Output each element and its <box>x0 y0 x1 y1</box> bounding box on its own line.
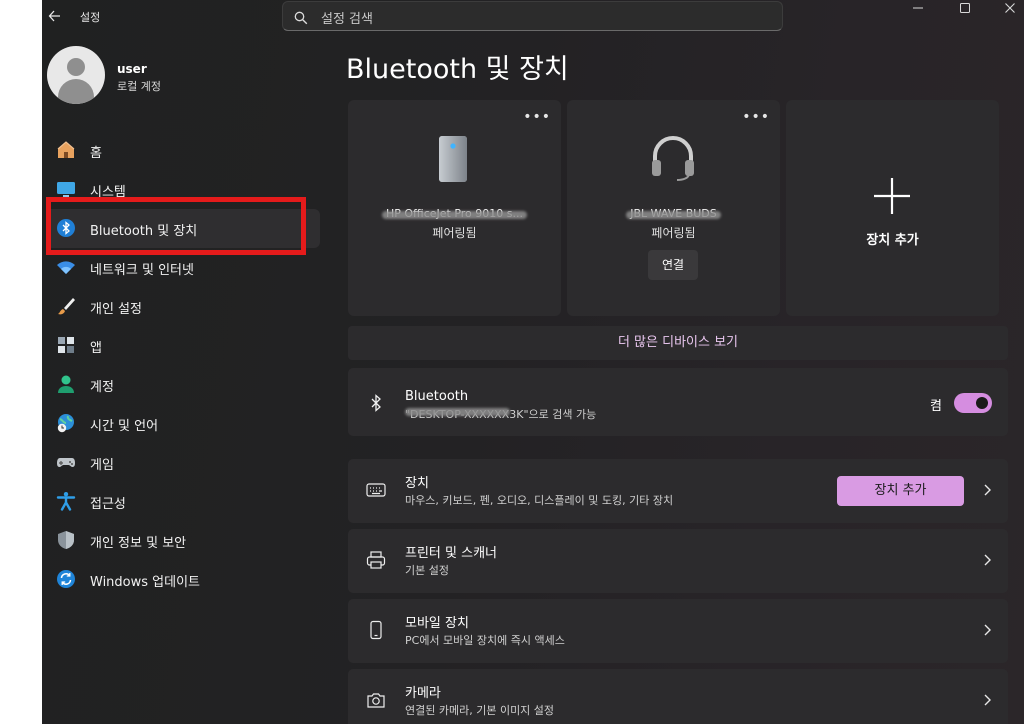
sidebar-item-label: 홈 <box>90 146 102 161</box>
headset-icon <box>649 134 697 186</box>
sidebar-item-accessibility[interactable]: 접근성 <box>46 482 320 521</box>
maximize-icon <box>960 3 970 13</box>
close-icon <box>1005 3 1015 13</box>
sidebar-item-label: 개인 설정 <box>90 302 142 317</box>
accessibility-icon <box>56 491 76 511</box>
devices-row[interactable]: 장치 마우스, 키보드, 펜, 오디오, 디스플레이 및 도킹, 기타 장치 장… <box>348 459 1008 523</box>
bluetooth-row: Bluetooth "DESKTOP-XXXXXX3K"으로 검색 가능 켬 <box>348 368 1008 436</box>
globe-clock-icon <box>56 413 76 433</box>
camera-row[interactable]: 카메라 연결된 카메라, 기본 이미지 설정 <box>348 669 1008 724</box>
device-card-printer[interactable]: ••• HP OfficeJet Pro 9010 s... 페어링됨 <box>348 100 561 316</box>
sidebar-item-label: 게임 <box>90 458 114 473</box>
minimize-button[interactable] <box>904 0 932 16</box>
mobile-devices-row[interactable]: 모바일 장치 PC에서 모바일 장치에 즉시 액세스 <box>348 599 1008 663</box>
brush-icon <box>56 296 76 316</box>
bluetooth-symbol-icon <box>366 393 386 413</box>
more-devices-button[interactable]: 더 많은 디바이스 보기 <box>348 326 1008 360</box>
app-title: 설정 <box>80 11 101 24</box>
gamepad-icon <box>56 452 76 472</box>
sidebar-item-privacy-security[interactable]: 개인 정보 및 보안 <box>46 521 320 560</box>
plus-icon <box>872 176 912 220</box>
camera-icon <box>366 690 386 710</box>
row-subtitle: 기본 설정 <box>405 564 449 577</box>
bluetooth-title: Bluetooth <box>405 389 469 404</box>
user-name: user <box>117 62 147 76</box>
page-title: Bluetooth 및 장치 <box>346 54 569 85</box>
search-placeholder: 설정 검색 <box>321 12 373 27</box>
sidebar-item-gaming[interactable]: 게임 <box>46 443 320 482</box>
annotation-highlight-box <box>46 197 306 255</box>
account-type: 로컬 계정 <box>117 80 161 93</box>
add-device-card[interactable]: 장치 추가 <box>786 100 999 316</box>
monitor-icon <box>56 179 76 199</box>
back-arrow-icon[interactable] <box>48 8 62 24</box>
row-title: 프린터 및 스캐너 <box>405 546 497 561</box>
row-subtitle: 마우스, 키보드, 펜, 오디오, 디스플레이 및 도킹, 기타 장치 <box>405 494 674 507</box>
sidebar-item-accounts[interactable]: 계정 <box>46 365 320 404</box>
chevron-right-icon <box>982 482 992 496</box>
keyboard-device-icon <box>366 480 386 500</box>
sidebar-item-label: 계정 <box>90 380 114 395</box>
minimize-icon <box>913 7 923 9</box>
bluetooth-toggle[interactable] <box>954 393 992 413</box>
sidebar-item-apps[interactable]: 앱 <box>46 326 320 365</box>
search-icon <box>294 10 308 25</box>
close-button[interactable] <box>996 0 1024 16</box>
more-options-icon[interactable]: ••• <box>523 110 551 124</box>
device-card-headset[interactable]: ••• JBL WAVE BUDS 페어링됨 연결 <box>567 100 780 316</box>
update-icon <box>56 569 76 589</box>
printers-row[interactable]: 프린터 및 스캐너 기본 설정 <box>348 529 1008 593</box>
apps-icon <box>56 335 76 355</box>
sidebar-item-label: 시간 및 언어 <box>90 419 159 434</box>
maximize-button[interactable] <box>951 0 979 16</box>
toggle-knob <box>976 397 988 409</box>
avatar-head <box>67 58 85 76</box>
connect-button[interactable]: 연결 <box>648 250 698 280</box>
shield-icon <box>56 530 76 550</box>
sidebar-item-label: 접근성 <box>90 497 126 512</box>
row-title: 모바일 장치 <box>405 616 469 631</box>
chevron-right-icon <box>982 552 992 566</box>
sidebar-item-label: Windows 업데이트 <box>90 575 201 590</box>
bluetooth-state-label: 켬 <box>930 399 942 414</box>
sidebar-item-label: 개인 정보 및 보안 <box>90 536 187 551</box>
sidebar-item-home[interactable]: 홈 <box>46 131 320 170</box>
device-status: 페어링됨 <box>432 226 477 240</box>
more-options-icon[interactable]: ••• <box>742 110 770 124</box>
avatar-body <box>58 79 94 104</box>
printer-tower-icon <box>436 134 470 188</box>
phone-icon <box>366 620 386 640</box>
sidebar-item-label: 네트워크 및 인터넷 <box>90 263 194 278</box>
sidebar-item-time-language[interactable]: 시간 및 언어 <box>46 404 320 443</box>
row-subtitle: PC에서 모바일 장치에 즉시 액세스 <box>405 634 565 647</box>
row-title: 카메라 <box>405 686 441 701</box>
wifi-icon <box>56 257 76 277</box>
device-status: 페어링됨 <box>651 226 696 240</box>
sidebar-item-label: 앱 <box>90 341 102 356</box>
row-subtitle: 연결된 카메라, 기본 이미지 설정 <box>405 704 555 717</box>
home-icon <box>56 140 76 160</box>
search-box[interactable]: 설정 검색 <box>282 1 783 31</box>
add-device-label: 장치 추가 <box>866 233 919 248</box>
avatar[interactable] <box>47 46 105 104</box>
printer-icon <box>366 550 386 570</box>
chevron-right-icon <box>982 692 992 706</box>
account-icon <box>56 374 76 394</box>
sidebar-item-windows-update[interactable]: Windows 업데이트 <box>46 560 320 599</box>
sidebar-item-personalization[interactable]: 개인 설정 <box>46 287 320 326</box>
chevron-right-icon <box>982 622 992 636</box>
row-title: 장치 <box>405 476 429 491</box>
add-device-button[interactable]: 장치 추가 <box>837 476 964 506</box>
settings-window: 설정 설정 검색 user 로컬 계정 홈 시스템 Bluetooth 및 장치… <box>42 0 1024 724</box>
